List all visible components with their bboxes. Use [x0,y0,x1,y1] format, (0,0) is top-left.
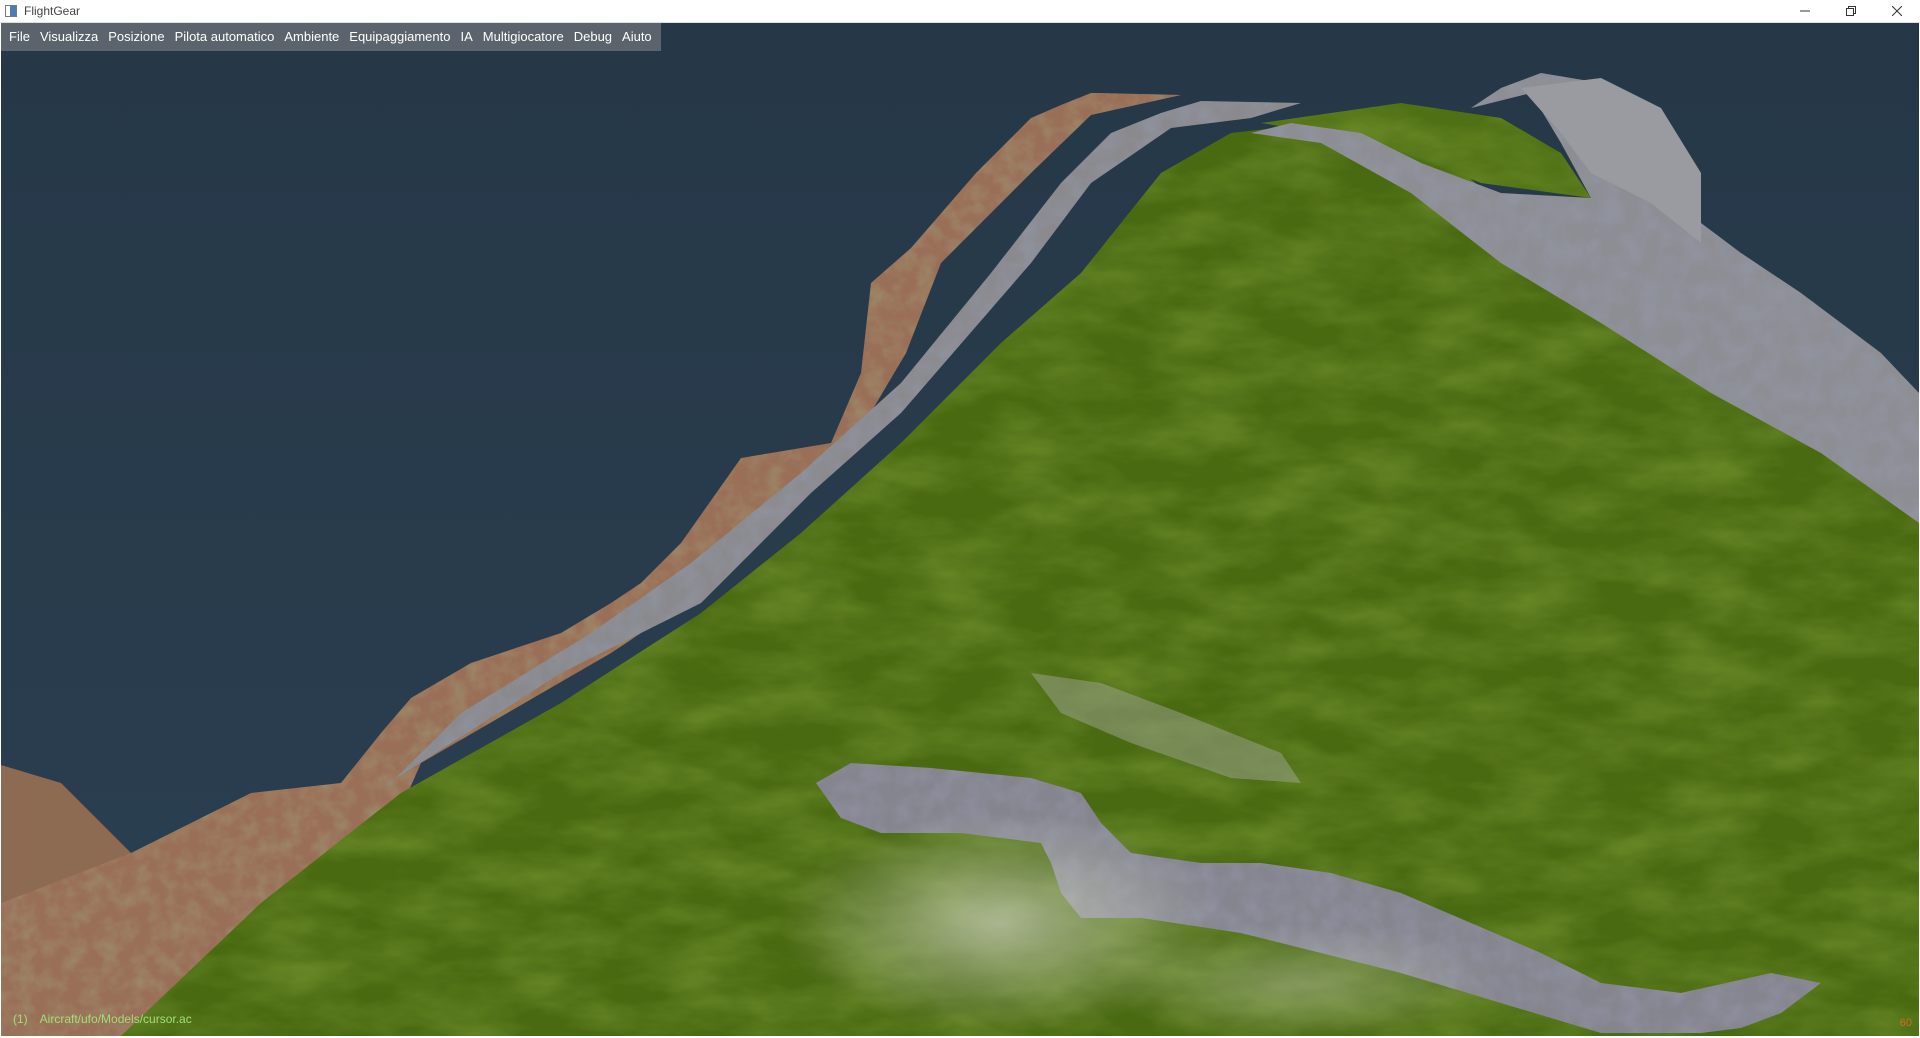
menu-location[interactable]: Posizione [103,23,169,51]
model-status-line: (1) Aircraft/ufo/Models/cursor.ac [13,1012,192,1026]
minimize-button[interactable] [1782,0,1828,22]
menu-equipment[interactable]: Equipaggiamento [344,23,455,51]
menu-view[interactable]: Visualizza [35,23,103,51]
menu-environment[interactable]: Ambiente [279,23,344,51]
menu-bar: File Visualizza Posizione Pilota automat… [1,23,661,51]
window-title: FlightGear [24,4,81,18]
menu-file[interactable]: File [4,23,35,51]
menu-multiplayer[interactable]: Multigiocatore [478,23,569,51]
restore-button[interactable] [1828,0,1874,22]
menu-debug[interactable]: Debug [569,23,617,51]
menu-help[interactable]: Aiuto [617,23,657,51]
model-path: Aircraft/ufo/Models/cursor.ac [39,1012,192,1026]
menu-autopilot[interactable]: Pilota automatico [170,23,280,51]
close-button[interactable] [1874,0,1920,22]
flightgear-window: FlightGear File Visualizza Posizione Pil… [0,0,1920,1038]
window-controls [1782,0,1920,22]
flightgear-app-icon [5,5,17,17]
menu-ai[interactable]: IA [455,23,477,51]
title-bar[interactable]: FlightGear [0,0,1920,23]
minimize-icon [1800,10,1810,12]
restore-icon [1846,6,1856,16]
fps-counter: 60 [1899,1017,1912,1029]
close-icon [1892,6,1902,16]
model-index: (1) [13,1012,28,1026]
3d-scene-viewport[interactable] [1,23,1919,1036]
terrain-scene [1,23,1919,1036]
